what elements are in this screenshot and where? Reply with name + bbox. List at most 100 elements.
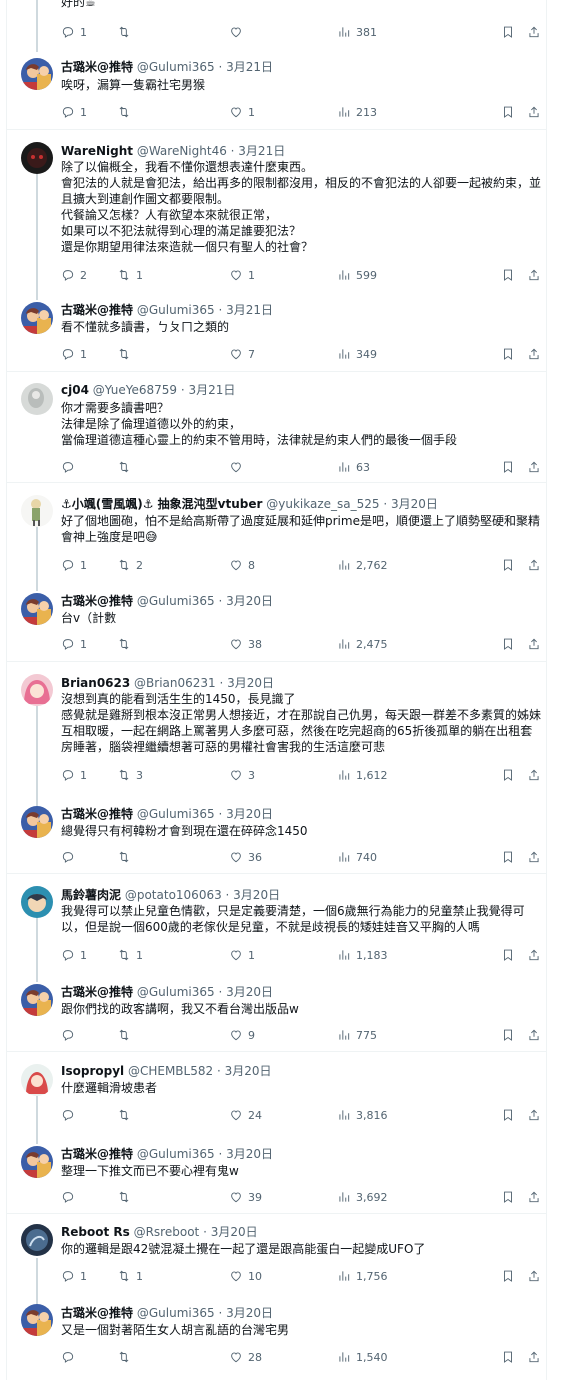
retweet-button[interactable]: 1 — [117, 1268, 143, 1284]
tweet[interactable]: 古璐米@推特 @Gulumi365 · 3月21日 看不懂就多讀書，ㄅㄆㄇ之類的… — [7, 298, 546, 371]
tweet[interactable]: WareNight @WareNight46 · 3月21日 除了以偏概全，我看… — [7, 130, 546, 294]
share-button[interactable] — [527, 557, 541, 573]
like-button[interactable]: 38 — [229, 636, 262, 652]
display-name[interactable]: ⚓小颯(雪風颯)⚓ 抽象混沌型vtuber — [61, 497, 262, 511]
retweet-button[interactable]: 1 — [117, 947, 143, 963]
like-button[interactable]: 7 — [229, 346, 255, 362]
avatar[interactable] — [21, 1304, 53, 1336]
share-button[interactable] — [527, 104, 541, 120]
like-button[interactable]: 36 — [229, 849, 262, 865]
avatar[interactable] — [21, 886, 53, 918]
display-name[interactable]: 古璐米@推特 — [61, 594, 133, 608]
views-button[interactable]: 213 — [337, 104, 377, 120]
views-button[interactable]: 2,475 — [337, 636, 388, 652]
display-name[interactable]: cj04 — [61, 383, 89, 397]
timestamp[interactable]: 3月20日 — [226, 985, 273, 999]
reply-button[interactable] — [61, 459, 80, 475]
handle[interactable]: @Gulumi365 — [137, 60, 215, 74]
views-button[interactable]: 3,816 — [337, 1107, 388, 1123]
avatar[interactable] — [21, 674, 53, 706]
timestamp[interactable]: 3月20日 — [226, 594, 273, 608]
timestamp[interactable]: 3月20日 — [391, 497, 438, 511]
retweet-button[interactable]: 3 — [117, 767, 143, 783]
share-button[interactable] — [527, 636, 541, 652]
bookmark-button[interactable] — [501, 346, 515, 362]
retweet-button[interactable]: 2 — [117, 557, 143, 573]
reply-button[interactable]: 1 — [61, 24, 87, 40]
reply-button[interactable]: 1 — [61, 947, 87, 963]
handle[interactable]: @Gulumi365 — [137, 303, 215, 317]
timestamp[interactable]: 3月21日 — [226, 303, 273, 317]
bookmark-button[interactable] — [501, 24, 515, 40]
views-button[interactable]: 1,540 — [337, 1349, 388, 1365]
display-name[interactable]: 古璐米@推特 — [61, 1306, 133, 1320]
reply-button[interactable] — [61, 1349, 80, 1365]
like-button[interactable]: 3 — [229, 767, 255, 783]
tweet[interactable]: 古璐米@推特 @Gulumi365 · 3月20日 跟你們找的政客講啊，我又不看… — [7, 980, 546, 1051]
tweet[interactable]: 古璐米@推特 @Gulumi365 · 3月20日 又是一個對著陌生女人胡言亂語… — [7, 1304, 546, 1380]
retweet-button[interactable]: 1 — [117, 267, 143, 283]
bookmark-button[interactable] — [501, 767, 515, 783]
display-name[interactable]: 古璐米@推特 — [61, 60, 133, 74]
like-button[interactable]: 28 — [229, 1349, 262, 1365]
timestamp[interactable]: 3月20日 — [233, 888, 280, 902]
retweet-button[interactable] — [117, 459, 136, 475]
timestamp[interactable]: 3月21日 — [188, 383, 235, 397]
share-button[interactable] — [527, 1268, 541, 1284]
bookmark-button[interactable] — [501, 267, 515, 283]
bookmark-button[interactable] — [501, 947, 515, 963]
share-button[interactable] — [527, 947, 541, 963]
avatar[interactable] — [21, 806, 53, 838]
retweet-button[interactable] — [117, 1189, 136, 1205]
share-button[interactable] — [527, 459, 541, 475]
views-button[interactable]: 1,183 — [337, 947, 388, 963]
avatar[interactable] — [21, 58, 53, 90]
timestamp[interactable]: 3月20日 — [226, 1306, 273, 1320]
views-button[interactable]: 3,692 — [337, 1189, 388, 1205]
reply-button[interactable] — [61, 1107, 80, 1123]
share-button[interactable] — [527, 267, 541, 283]
retweet-button[interactable] — [117, 636, 136, 652]
like-button[interactable] — [229, 24, 248, 40]
avatar[interactable] — [21, 495, 53, 527]
timestamp[interactable]: 3月20日 — [227, 676, 274, 690]
handle[interactable]: @Gulumi365 — [137, 1147, 215, 1161]
reply-button[interactable]: 1 — [61, 346, 87, 362]
views-button[interactable]: 1,756 — [337, 1268, 388, 1284]
reply-button[interactable] — [61, 1027, 80, 1043]
reply-button[interactable]: 1 — [61, 557, 87, 573]
views-button[interactable]: 775 — [337, 1027, 377, 1043]
display-name[interactable]: 古璐米@推特 — [61, 303, 133, 317]
share-button[interactable] — [527, 24, 541, 40]
tweet[interactable]: Brian0623 @Brian06231 · 3月20日 沒想到真的能看到活生… — [7, 662, 546, 796]
retweet-button[interactable] — [117, 849, 136, 865]
like-button[interactable] — [229, 459, 248, 475]
tweet[interactable]: 古璐米@推特 @Gulumi365 · 3月20日 總覺得只有柯韓粉才會到現在還… — [7, 802, 546, 873]
reply-button[interactable]: 2 — [61, 267, 87, 283]
reply-button[interactable]: 1 — [61, 636, 87, 652]
bookmark-button[interactable] — [501, 104, 515, 120]
tweet[interactable]: Isopropyl @CHEMBL582 · 3月20日 什麼邏輯滑坡患者 24… — [7, 1052, 546, 1136]
avatar[interactable] — [21, 1146, 53, 1178]
display-name[interactable]: 古璐米@推特 — [61, 1147, 133, 1161]
share-button[interactable] — [527, 1189, 541, 1205]
display-name[interactable]: 古璐米@推特 — [61, 807, 133, 821]
reply-button[interactable]: 1 — [61, 1268, 87, 1284]
retweet-button[interactable] — [117, 1027, 136, 1043]
views-button[interactable]: 1,612 — [337, 767, 388, 783]
views-button[interactable]: 599 — [337, 267, 377, 283]
tweet[interactable]: 古璐米@推特 @Gulumi365 · 3月21日 唉呀，漏算一隻霸社宅男猴 1… — [7, 52, 546, 129]
bookmark-button[interactable] — [501, 1268, 515, 1284]
handle[interactable]: @potato106063 — [125, 888, 222, 902]
tweet[interactable]: 古璐米@推特 @Gulumi365 · 3月20日 整理一下推文而已不要心裡有鬼… — [7, 1142, 546, 1213]
display-name[interactable]: Isopropyl — [61, 1064, 124, 1078]
reply-button[interactable]: 1 — [61, 104, 87, 120]
bookmark-button[interactable] — [501, 459, 515, 475]
tweet[interactable]: 好的☕ 1 381 — [7, 0, 546, 40]
bookmark-button[interactable] — [501, 1107, 515, 1123]
display-name[interactable]: Reboot Rs — [61, 1225, 130, 1239]
like-button[interactable]: 8 — [229, 557, 255, 573]
handle[interactable]: @Rsreboot — [134, 1225, 200, 1239]
handle[interactable]: @CHEMBL582 — [128, 1064, 213, 1078]
handle[interactable]: @YueYe68759 — [93, 383, 177, 397]
